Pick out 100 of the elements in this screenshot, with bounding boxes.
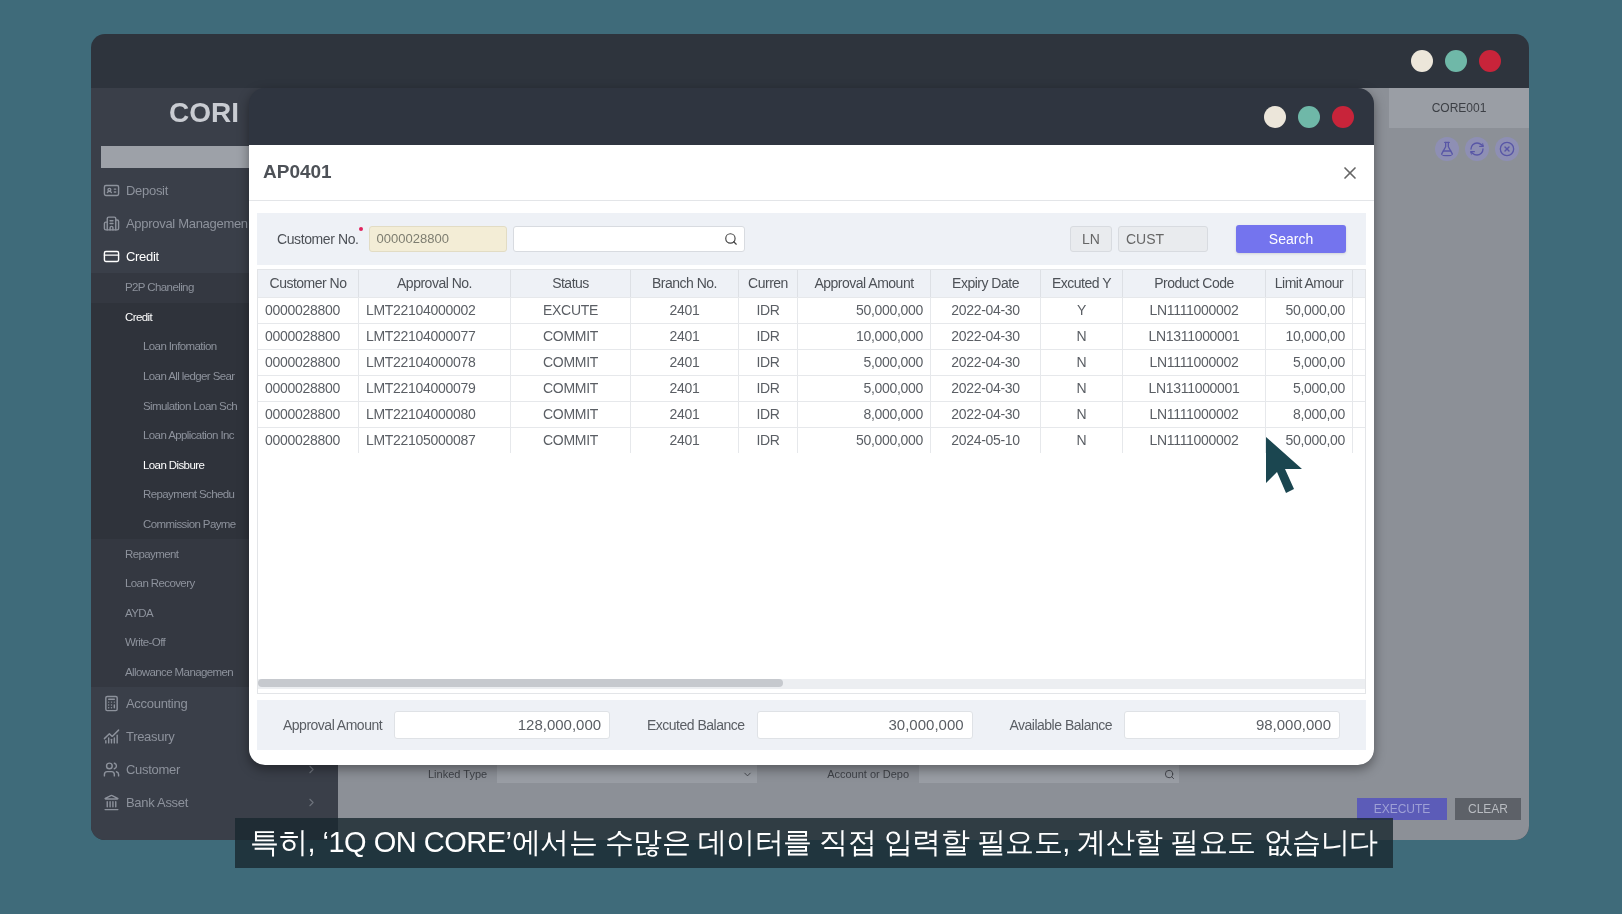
table-cell: LMT22104000078 xyxy=(359,350,511,375)
table-cell: 0000028800 xyxy=(258,350,359,375)
table-cell: LMT22105000087 xyxy=(359,428,511,453)
scrollbar[interactable] xyxy=(258,679,1365,689)
table-cell: 2401 xyxy=(631,376,739,401)
table-cell: 10,000,00 xyxy=(1266,324,1353,349)
table-cell: LN1311000001 xyxy=(1123,324,1266,349)
table-cell: 0000028800 xyxy=(258,324,359,349)
column-header[interactable]: Branch No. xyxy=(631,270,739,297)
field-label: Approval Amount xyxy=(283,715,383,735)
table-cell: EXCUTE xyxy=(511,298,631,323)
table-cell: 2022-04-30 xyxy=(931,376,1041,401)
column-header[interactable]: Limit Amour xyxy=(1266,270,1353,297)
table-cell: 2401 xyxy=(631,324,739,349)
table-cell: IDR xyxy=(739,350,798,375)
table-cell: 2401 xyxy=(631,350,739,375)
logo: CORI xyxy=(169,96,239,130)
type-field[interactable]: LN xyxy=(1070,226,1112,252)
table-cell: 0000028800 xyxy=(258,428,359,453)
table-cell: COMMIT xyxy=(511,324,631,349)
table-cell: N xyxy=(1041,428,1123,453)
table-cell: COMMIT xyxy=(511,350,631,375)
flask-icon xyxy=(1435,137,1459,161)
table-cell: 2022-04-30 xyxy=(931,298,1041,323)
table-cell: 0000028800 xyxy=(258,376,359,401)
menu-icon xyxy=(103,761,120,779)
table-cell: 2401 xyxy=(631,298,739,323)
table-cell: N xyxy=(1041,350,1123,375)
table-cell: COMMIT xyxy=(511,376,631,401)
column-header[interactable]: Product Code xyxy=(1123,270,1266,297)
customer-field[interactable]: 0000028800 xyxy=(368,226,507,252)
search-button[interactable]: Search xyxy=(1236,225,1346,253)
column-header[interactable]: Customer No xyxy=(258,270,359,297)
table-cell: IDR xyxy=(739,324,798,349)
table-cell: 2022-04-30 xyxy=(931,402,1041,427)
table-cell: IDR xyxy=(739,298,798,323)
menu-icon xyxy=(103,728,120,746)
table-cell: 0000028800 xyxy=(258,298,359,323)
kind-field[interactable]: CUST xyxy=(1118,226,1208,252)
table-cell: LN1111000002 xyxy=(1123,402,1266,427)
close-icon xyxy=(1495,137,1519,161)
search-icon xyxy=(723,232,738,246)
execute-button[interactable]: EXECUTE xyxy=(1357,798,1447,820)
table-cell: N xyxy=(1041,324,1123,349)
clear-button[interactable]: CLEAR xyxy=(1455,798,1521,820)
table-cell: IDR xyxy=(739,402,798,427)
table-cell: 50,000,000 xyxy=(798,298,931,323)
menu-icon xyxy=(103,215,120,232)
search-icon xyxy=(1164,768,1176,780)
table-cell: 2401 xyxy=(631,428,739,453)
sidebar-item[interactable]: Customer xyxy=(91,753,338,787)
sidebar-item[interactable]: Bank Asset xyxy=(91,786,338,820)
column-header[interactable]: Approval Amount xyxy=(798,270,931,297)
table-cell: LMT22104000077 xyxy=(359,324,511,349)
table-cell: LN1111000002 xyxy=(1123,298,1266,323)
table-cell: LN1111000002 xyxy=(1123,350,1266,375)
table-cell: 50,000,000 xyxy=(798,428,931,453)
input-field[interactable] xyxy=(919,765,1180,783)
table-cell: LN1311000001 xyxy=(1123,376,1266,401)
table-cell: 10,000,000 xyxy=(798,324,931,349)
table-cell: Y xyxy=(1041,298,1123,323)
table-cell: 5,000,00 xyxy=(1266,350,1353,375)
field-label: Available Balance xyxy=(1009,715,1112,735)
table-cell: N xyxy=(1041,402,1123,427)
table-cell: COMMIT xyxy=(511,402,631,427)
column-header[interactable]: Curren xyxy=(739,270,798,297)
table-cell: LMT22104000002 xyxy=(359,298,511,323)
refresh-icon xyxy=(1465,137,1489,161)
table-cell: LMT22104000080 xyxy=(359,402,511,427)
total-field: 128,000,000 xyxy=(394,711,611,739)
table-cell: 5,000,00 xyxy=(1266,376,1353,401)
table-cell: 8,000,000 xyxy=(798,402,931,427)
menu-icon xyxy=(103,794,120,812)
table-cell: 0000028800 xyxy=(258,402,359,427)
tab[interactable]: CORE001 xyxy=(1389,88,1529,128)
total-field: 30,000,000 xyxy=(756,711,973,739)
dialog-title: AP0401 xyxy=(263,160,332,185)
column-header[interactable]: Approval No. xyxy=(359,270,511,297)
column-header[interactable]: Status xyxy=(511,270,631,297)
table-cell: 50,000,00 xyxy=(1266,298,1353,323)
menu-icon xyxy=(103,248,120,265)
table-cell: 2022-04-30 xyxy=(931,350,1041,375)
table-cell: IDR xyxy=(739,376,798,401)
table-cell: COMMIT xyxy=(511,428,631,453)
table-cell: 5,000,000 xyxy=(798,376,931,401)
field-label: Customer No. xyxy=(277,228,363,250)
search-field[interactable] xyxy=(512,226,745,252)
table-cell: N xyxy=(1041,376,1123,401)
table-cell: 2401 xyxy=(631,402,739,427)
column-header[interactable]: Expiry Date xyxy=(931,270,1041,297)
table-cell: IDR xyxy=(739,428,798,453)
table-cell: 8,000,00 xyxy=(1266,402,1353,427)
table-cell: 2024-05-10 xyxy=(931,428,1041,453)
field-label: Account or Depo xyxy=(827,766,910,782)
table-cell: 5,000,000 xyxy=(798,350,931,375)
field-label: Linked Type xyxy=(428,766,488,782)
select-field[interactable] xyxy=(497,765,758,783)
menu-icon xyxy=(103,695,120,713)
field-label: Excuted Balance xyxy=(647,715,745,735)
column-header[interactable]: Excuted Y xyxy=(1041,270,1123,297)
